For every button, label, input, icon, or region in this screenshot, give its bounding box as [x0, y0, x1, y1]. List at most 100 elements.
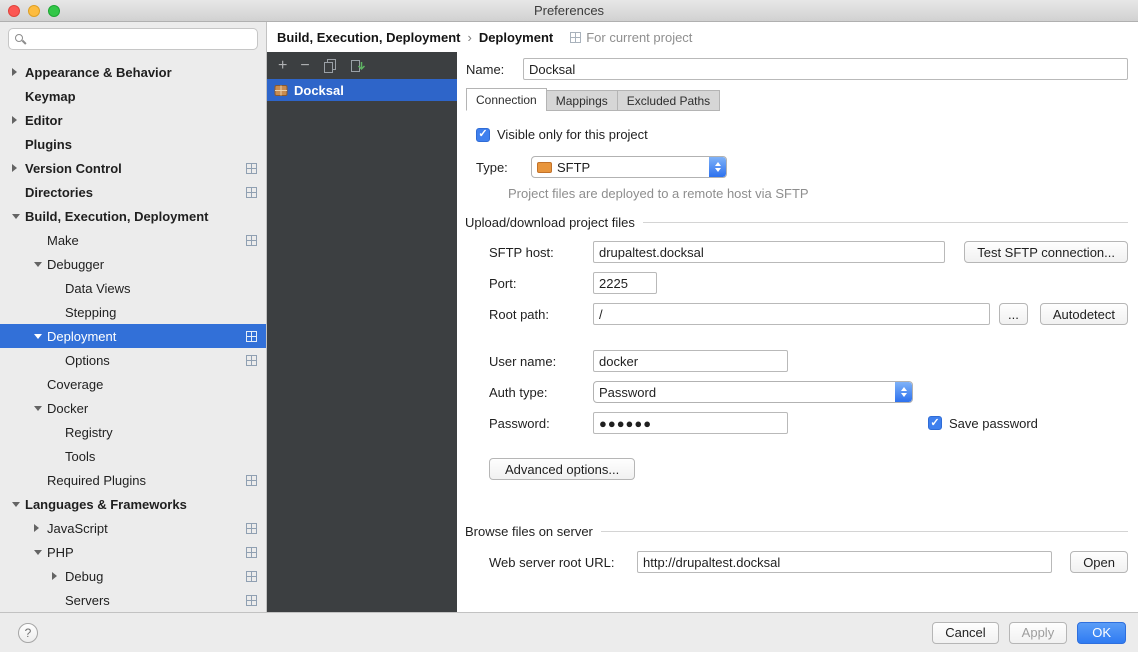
scope-label: For current project: [586, 30, 692, 45]
sidebar-item-directories[interactable]: Directories: [0, 180, 266, 204]
test-sftp-connection-button[interactable]: Test SFTP connection...: [964, 241, 1128, 263]
window-title: Preferences: [534, 3, 604, 18]
root-path-input[interactable]: [593, 303, 990, 325]
chevron-down-icon[interactable]: [12, 214, 25, 219]
type-help-text: Project files are deployed to a remote h…: [508, 186, 1128, 201]
upload-section-title: Upload/download project files: [465, 215, 635, 230]
password-input[interactable]: [593, 412, 788, 434]
chevron-down-icon[interactable]: [12, 502, 25, 507]
apply-button[interactable]: Apply: [1009, 622, 1068, 644]
sftp-host-label: SFTP host:: [489, 245, 593, 260]
sftp-icon: [537, 162, 552, 173]
zoom-button[interactable]: [48, 5, 60, 17]
tab-excluded-paths[interactable]: Excluded Paths: [617, 90, 720, 111]
current-project-icon: [246, 571, 257, 582]
close-button[interactable]: [8, 5, 20, 17]
type-label: Type:: [476, 160, 531, 175]
save-password-checkbox[interactable]: ✓: [928, 416, 942, 430]
sidebar-item-registry[interactable]: Registry: [0, 420, 266, 444]
upload-section-separator: Upload/download project files: [465, 215, 1128, 230]
name-input[interactable]: [523, 58, 1128, 80]
sidebar-item-version-control[interactable]: Version Control: [0, 156, 266, 180]
chevron-right-icon[interactable]: [12, 68, 25, 76]
type-select[interactable]: SFTP: [531, 156, 727, 178]
current-project-icon: [246, 595, 257, 606]
breadcrumb-section[interactable]: Build, Execution, Deployment: [277, 30, 460, 45]
sidebar-item-debugger[interactable]: Debugger: [0, 252, 266, 276]
ok-button[interactable]: OK: [1077, 622, 1126, 644]
chevron-right-icon[interactable]: [12, 116, 25, 124]
sidebar-item-servers[interactable]: Servers: [0, 588, 266, 612]
sidebar-item-deployment[interactable]: Deployment: [0, 324, 266, 348]
settings-tree: Appearance & Behavior Keymap Editor Plug…: [0, 55, 266, 612]
browse-root-path-button[interactable]: ...: [999, 303, 1028, 325]
port-label: Port:: [489, 276, 593, 291]
visible-only-label: Visible only for this project: [497, 127, 648, 142]
port-input[interactable]: [593, 272, 657, 294]
sidebar-item-javascript[interactable]: JavaScript: [0, 516, 266, 540]
sidebar-item-plugins[interactable]: Plugins: [0, 132, 266, 156]
server-list-item-docksal[interactable]: Docksal: [267, 79, 457, 101]
minimize-button[interactable]: [28, 5, 40, 17]
open-button[interactable]: Open: [1070, 551, 1128, 573]
help-button[interactable]: ?: [18, 623, 38, 643]
settings-sidebar: Appearance & Behavior Keymap Editor Plug…: [0, 22, 267, 612]
sidebar-item-options[interactable]: Options: [0, 348, 266, 372]
deployment-form: Name: Connection Mappings Excluded Paths…: [457, 52, 1138, 612]
root-path-label: Root path:: [489, 307, 593, 322]
sidebar-item-docker[interactable]: Docker: [0, 396, 266, 420]
current-project-icon: [246, 235, 257, 246]
add-server-icon[interactable]: +: [278, 58, 287, 74]
server-list-panel: + −: [267, 52, 457, 612]
cancel-button[interactable]: Cancel: [932, 622, 998, 644]
server-list-toolbar: + −: [267, 52, 457, 79]
copy-icon[interactable]: [323, 59, 337, 73]
user-name-input[interactable]: [593, 350, 788, 372]
sidebar-item-languages-frameworks[interactable]: Languages & Frameworks: [0, 492, 266, 516]
chevron-down-icon[interactable]: [34, 334, 47, 339]
browse-section-separator: Browse files on server: [465, 524, 1128, 539]
auth-type-select[interactable]: Password: [593, 381, 913, 403]
breadcrumb-page: Deployment: [479, 30, 553, 45]
search-input[interactable]: [31, 32, 251, 46]
sidebar-item-debug[interactable]: Debug: [0, 564, 266, 588]
sidebar-item-php[interactable]: PHP: [0, 540, 266, 564]
save-password-label: Save password: [949, 416, 1038, 431]
current-project-icon: [246, 331, 257, 342]
chevron-down-icon[interactable]: [34, 550, 47, 555]
traffic-lights: [8, 5, 60, 17]
web-root-label: Web server root URL:: [489, 555, 637, 570]
tab-mappings[interactable]: Mappings: [546, 90, 618, 111]
chevron-down-icon[interactable]: [34, 262, 47, 267]
sidebar-item-appearance-behavior[interactable]: Appearance & Behavior: [0, 60, 266, 84]
advanced-options-button[interactable]: Advanced options...: [489, 458, 635, 480]
sidebar-item-tools[interactable]: Tools: [0, 444, 266, 468]
autodetect-button[interactable]: Autodetect: [1040, 303, 1128, 325]
current-project-icon: [246, 475, 257, 486]
sidebar-item-keymap[interactable]: Keymap: [0, 84, 266, 108]
sidebar-item-stepping[interactable]: Stepping: [0, 300, 266, 324]
chevron-right-icon[interactable]: [34, 524, 47, 532]
sftp-host-input[interactable]: [593, 241, 945, 263]
tab-connection[interactable]: Connection: [466, 88, 547, 111]
chevron-down-icon[interactable]: [34, 406, 47, 411]
sidebar-item-editor[interactable]: Editor: [0, 108, 266, 132]
breadcrumb: Build, Execution, Deployment › Deploymen…: [267, 22, 1138, 52]
remove-server-icon[interactable]: −: [300, 58, 309, 74]
scope-indicator: For current project: [570, 30, 692, 45]
sidebar-item-required-plugins[interactable]: Required Plugins: [0, 468, 266, 492]
auth-type-value: Password: [599, 385, 656, 400]
chevron-right-icon[interactable]: [52, 572, 65, 580]
sidebar-item-data-views[interactable]: Data Views: [0, 276, 266, 300]
import-icon[interactable]: [350, 59, 365, 73]
browse-section-title: Browse files on server: [465, 524, 593, 539]
visible-only-checkbox[interactable]: ✓: [476, 128, 490, 142]
sidebar-item-build-execution-deployment[interactable]: Build, Execution, Deployment: [0, 204, 266, 228]
chevron-right-icon[interactable]: [12, 164, 25, 172]
web-root-input[interactable]: [637, 551, 1052, 573]
current-project-icon: [246, 187, 257, 198]
sidebar-item-coverage[interactable]: Coverage: [0, 372, 266, 396]
current-project-icon: [246, 547, 257, 558]
sidebar-item-make[interactable]: Make: [0, 228, 266, 252]
search-box[interactable]: [8, 28, 258, 50]
